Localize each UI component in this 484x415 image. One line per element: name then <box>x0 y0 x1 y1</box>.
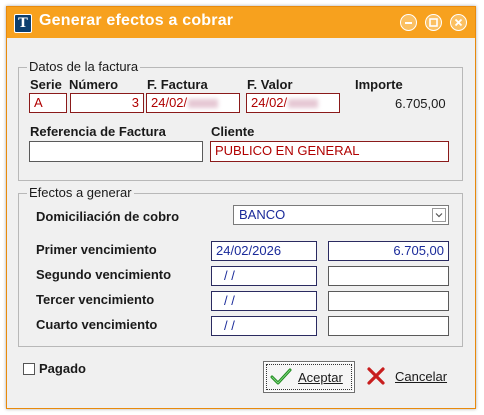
row-amount-1[interactable]: 6.705,00 <box>328 241 449 261</box>
title-bar[interactable]: T Generar efectos a cobrar <box>7 7 475 38</box>
row-date-4[interactable]: / / <box>211 316 317 336</box>
domiciliacion-value: BANCO <box>239 207 286 222</box>
numero-field[interactable]: 3 <box>70 93 144 113</box>
app-icon: T <box>14 14 32 33</box>
aceptar-button[interactable]: Aceptar <box>263 361 355 393</box>
redacted-year <box>188 99 219 109</box>
row-amount-4[interactable] <box>328 316 449 336</box>
fecha-valor-field[interactable]: 24/02/ <box>246 93 340 113</box>
numero-label: Número <box>69 77 119 92</box>
serie-label: Serie <box>30 77 62 92</box>
window-title: Generar efectos a cobrar <box>39 12 234 29</box>
referencia-label: Referencia de Factura <box>30 124 166 139</box>
domiciliacion-label: Domiciliación de cobro <box>36 209 180 224</box>
cancelar-button[interactable]: Cancelar <box>363 361 453 393</box>
maximize-icon <box>429 18 438 27</box>
fecha-valor-label: F. Valor <box>247 77 293 92</box>
pagado-checkbox[interactable] <box>23 363 35 375</box>
close-icon <box>454 18 463 27</box>
serie-field[interactable]: A <box>29 93 67 113</box>
efectos-legend: Efectos a generar <box>27 185 134 200</box>
minimize-icon <box>405 22 412 24</box>
importe-value: 6.705,00 <box>395 96 446 111</box>
referencia-field[interactable] <box>29 141 203 162</box>
cancelar-label: Cancelar <box>395 369 448 384</box>
row-label-3: Tercer vencimiento <box>36 292 155 307</box>
dialog-window: T Generar efectos a cobrar Datos de la f… <box>6 6 476 409</box>
fecha-factura-label: F. Factura <box>147 77 208 92</box>
cliente-field[interactable]: PUBLICO EN GENERAL <box>210 141 449 162</box>
fecha-factura-value: 24/02/ <box>151 95 188 110</box>
row-date-1[interactable]: 24/02/2026 <box>211 241 317 261</box>
row-label-1: Primer vencimiento <box>36 242 157 257</box>
close-button[interactable] <box>450 14 467 31</box>
chevron-down-icon[interactable] <box>432 208 446 222</box>
row-label-4: Cuarto vencimiento <box>36 317 158 332</box>
aceptar-label: Aceptar <box>298 370 343 385</box>
cliente-label: Cliente <box>211 124 255 139</box>
row-date-2[interactable]: / / <box>211 266 317 286</box>
factura-legend: Datos de la factura <box>27 59 141 74</box>
row-date-3[interactable]: / / <box>211 291 317 311</box>
fecha-valor-value: 24/02/ <box>251 95 288 110</box>
x-icon <box>367 367 385 385</box>
minimize-button[interactable] <box>400 14 417 31</box>
pagado-label: Pagado <box>39 361 86 376</box>
row-amount-3[interactable] <box>328 291 449 311</box>
check-icon <box>270 368 292 385</box>
row-amount-2[interactable] <box>328 266 449 286</box>
fecha-factura-field[interactable]: 24/02/ <box>146 93 240 113</box>
maximize-button[interactable] <box>425 14 442 31</box>
importe-label: Importe <box>355 77 403 92</box>
row-label-2: Segundo vencimiento <box>36 267 172 282</box>
domiciliacion-select[interactable]: BANCO <box>233 205 449 225</box>
redacted-year <box>288 99 319 109</box>
